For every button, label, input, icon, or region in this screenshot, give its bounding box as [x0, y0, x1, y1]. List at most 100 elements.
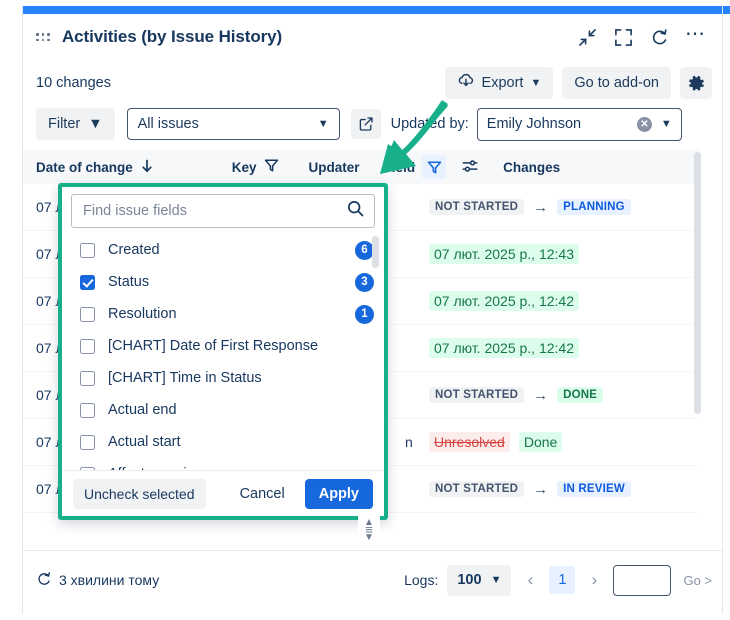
- more-options-icon[interactable]: ⋯: [685, 24, 706, 44]
- drag-handle-icon[interactable]: [36, 33, 50, 41]
- checkbox-unchecked-icon[interactable]: [80, 434, 95, 450]
- field-option-label: Actual start: [108, 434, 181, 450]
- external-link-icon[interactable]: [350, 109, 381, 139]
- export-label: Export: [481, 75, 524, 91]
- sliders-icon[interactable]: [461, 157, 479, 178]
- panel-subbar: 10 changes Export ▼ Go to add-on: [23, 62, 722, 104]
- field-option-chart-date-first-response[interactable]: [CHART] Date of First Response: [62, 330, 384, 362]
- last-refresh-status[interactable]: 3 хвилини тому: [36, 571, 159, 590]
- column-label-updater: Updater: [308, 159, 360, 175]
- refresh-icon[interactable]: [36, 571, 52, 590]
- prev-page-button[interactable]: ‹: [520, 570, 540, 590]
- refresh-icon[interactable]: [649, 27, 669, 47]
- cell-changes: NOT STARTED → IN REVIEW: [429, 481, 631, 498]
- export-cloud-icon: [457, 72, 475, 94]
- date-value-chip: 07 лют. 2025 р., 12:42: [429, 291, 579, 311]
- resolution-from-chip: Unresolved: [429, 432, 510, 452]
- column-header-changes[interactable]: Changes: [503, 160, 560, 175]
- field-option-label: Resolution: [108, 306, 177, 322]
- checkbox-unchecked-icon[interactable]: [80, 242, 95, 258]
- subbar-actions: Export ▼ Go to add-on: [444, 67, 712, 99]
- chevron-down-icon: ▼: [490, 574, 502, 586]
- field-option-resolution[interactable]: Resolution 1: [62, 298, 384, 330]
- checkbox-checked-icon[interactable]: [80, 274, 95, 290]
- filter-button[interactable]: Filter ▼: [36, 108, 115, 140]
- transition-arrow-icon: →: [533, 386, 549, 404]
- status-badge-to: IN REVIEW: [557, 481, 631, 497]
- field-search-box[interactable]: [71, 194, 375, 228]
- search-icon: [346, 199, 365, 223]
- collapse-icon[interactable]: [577, 27, 597, 47]
- search-input[interactable]: [81, 202, 346, 220]
- resize-handle-icon[interactable]: ▲ ≡ ▼: [358, 516, 380, 544]
- panel-right-border: [722, 6, 723, 614]
- go-button[interactable]: Go >: [683, 573, 712, 588]
- field-option-actual-end[interactable]: Actual end: [62, 394, 384, 426]
- date-value-chip: 07 лют. 2025 р., 12:42: [429, 338, 579, 358]
- go-to-page-input[interactable]: [613, 564, 672, 596]
- cell-changes: 07 лют. 2025 р., 12:42: [429, 338, 579, 358]
- checkbox-unchecked-icon[interactable]: [80, 306, 95, 322]
- checkbox-unchecked-icon[interactable]: [80, 370, 95, 386]
- page-title: Activities (by Issue History): [62, 27, 283, 46]
- table-scrollbar[interactable]: [694, 152, 701, 414]
- checkbox-unchecked-icon[interactable]: [80, 466, 95, 470]
- transition-arrow-icon: →: [533, 480, 549, 498]
- field-option-chart-time-in-status[interactable]: [CHART] Time in Status: [62, 362, 384, 394]
- field-option-actual-start[interactable]: Actual start: [62, 426, 384, 458]
- column-label-field: Field: [383, 159, 416, 175]
- cell-changes: 07 лют. 2025 р., 12:43: [429, 244, 579, 264]
- dropdown-scrollbar[interactable]: [372, 236, 379, 268]
- column-header-date[interactable]: Date of change: [36, 158, 154, 177]
- clear-icon[interactable]: ✕: [636, 116, 652, 132]
- page-number-1[interactable]: 1: [549, 566, 576, 594]
- column-header-updater[interactable]: Updater: [309, 160, 360, 175]
- field-filter-dropdown: Created 6 Status 3 Resolution 1 [CHART] …: [58, 183, 388, 520]
- app-root: Activities (by Issue History) ⋯ 10 chang…: [0, 0, 730, 620]
- field-filter-panel: Created 6 Status 3 Resolution 1 [CHART] …: [62, 187, 384, 516]
- chevron-down-icon: ▼: [364, 532, 374, 543]
- status-badge-from: NOT STARTED: [429, 199, 525, 215]
- field-option-created[interactable]: Created 6: [62, 234, 384, 266]
- cell-changes: NOT STARTED → PLANNING: [429, 199, 631, 216]
- sort-desc-arrow-icon[interactable]: [140, 158, 154, 177]
- cancel-button[interactable]: Cancel: [234, 485, 291, 503]
- filter-icon-active[interactable]: [422, 155, 447, 179]
- column-header-field[interactable]: Field: [384, 155, 480, 179]
- logs-page-size-select[interactable]: 100 ▼: [447, 564, 512, 596]
- chevron-down-icon: ▼: [88, 116, 103, 132]
- chevron-down-icon: ▼: [317, 118, 329, 130]
- logs-label: Logs:: [404, 572, 439, 588]
- pagination: Logs: 100 ▼ ‹ 1 › Go >: [404, 564, 712, 596]
- field-count-badge: 3: [355, 272, 374, 292]
- top-accent-bar: [22, 6, 730, 14]
- go-to-addon-button[interactable]: Go to add-on: [562, 67, 671, 99]
- field-option-affects-versions[interactable]: Affects versions: [62, 458, 384, 470]
- export-button[interactable]: Export ▼: [444, 67, 554, 99]
- panel-footer: 3 хвилини тому Logs: 100 ▼ ‹ 1 › Go >: [23, 556, 722, 604]
- panel-divider: [23, 550, 722, 551]
- updated-by-select[interactable]: Emily Johnson ✕ ▼: [476, 107, 682, 141]
- cell-changes: 07 лют. 2025 р., 12:42: [429, 291, 579, 311]
- column-header-key[interactable]: Key: [232, 158, 279, 176]
- status-badge-to: DONE: [557, 387, 604, 403]
- checkbox-unchecked-icon[interactable]: [80, 338, 95, 354]
- field-option-status[interactable]: Status 3: [62, 266, 384, 298]
- next-page-button[interactable]: ›: [584, 570, 604, 590]
- field-option-label: Created: [108, 242, 160, 258]
- last-refresh-text: 3 хвилини тому: [59, 572, 160, 588]
- uncheck-selected-button[interactable]: Uncheck selected: [73, 478, 206, 509]
- checkbox-unchecked-icon[interactable]: [80, 402, 95, 418]
- go-to-addon-label: Go to add-on: [574, 75, 659, 91]
- field-count-badge: 1: [355, 304, 374, 324]
- changes-count-label: 10 changes: [36, 75, 111, 91]
- fullscreen-icon[interactable]: [613, 27, 633, 47]
- updated-by-label: Updated by:: [390, 116, 469, 132]
- apply-button[interactable]: Apply: [304, 478, 373, 509]
- panel-header: Activities (by Issue History) ⋯: [23, 14, 722, 60]
- filter-icon[interactable]: [264, 158, 279, 176]
- header-icon-group: ⋯: [577, 24, 706, 47]
- gear-icon[interactable]: [680, 67, 712, 99]
- issues-select[interactable]: All issues ▼: [126, 108, 340, 140]
- dropdown-footer: Uncheck selected Cancel Apply: [62, 470, 384, 516]
